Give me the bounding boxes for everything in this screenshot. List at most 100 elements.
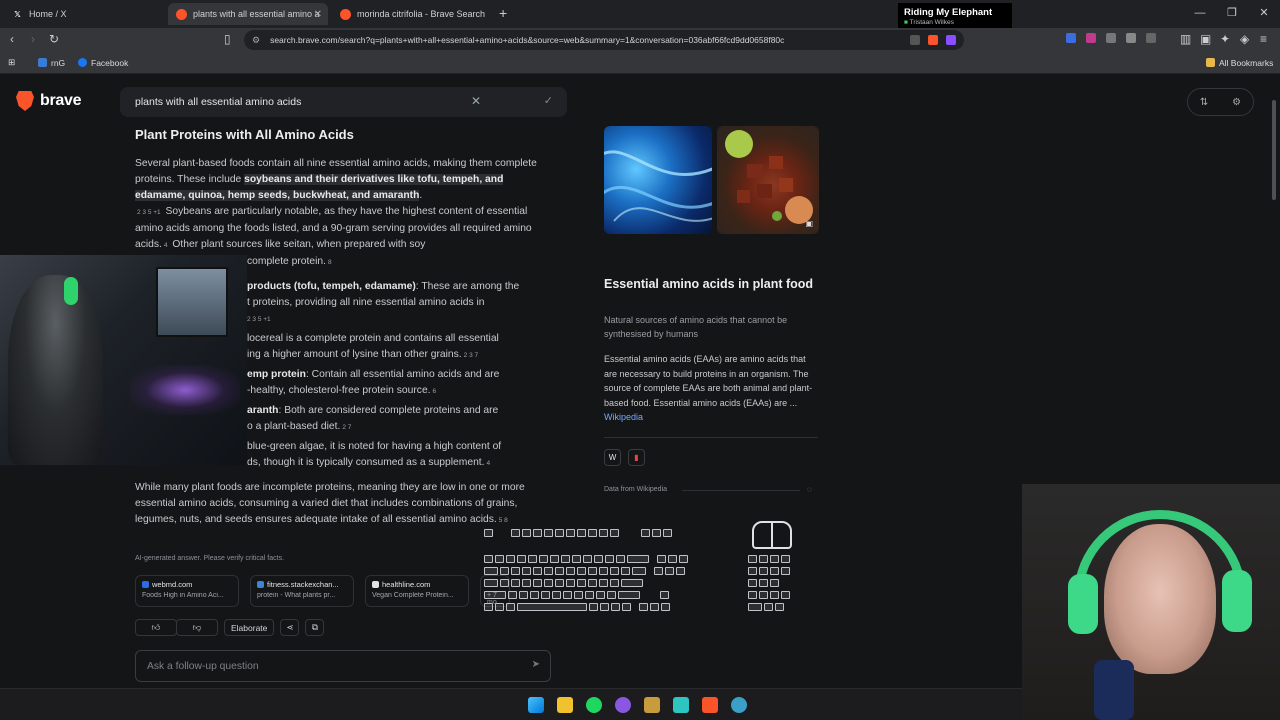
dna-image[interactable] (604, 126, 712, 234)
reload-icon[interactable]: ↻ (49, 32, 59, 46)
citation-links[interactable]: 2 3 5 +1 (137, 209, 161, 216)
filter-icon[interactable]: ⇅ (1200, 97, 1208, 108)
globe-icon[interactable] (731, 697, 747, 713)
wikipedia-link[interactable]: Wikipedia (604, 412, 643, 422)
bookmark-icon[interactable]: ▯ (224, 32, 231, 46)
menu-icon[interactable]: ≡ (1260, 32, 1267, 46)
list-item-text: blue-green algae, it is noted for having… (247, 441, 502, 452)
brave-browser-icon[interactable] (702, 697, 718, 713)
citation-link[interactable]: 4 (164, 242, 168, 249)
headphone-cup-graphic (1068, 574, 1098, 634)
bookmark-rng[interactable]: rnG (38, 58, 65, 68)
share-icon[interactable]: ⋖ (280, 619, 300, 636)
list-item-text: ing a higher amount of lysine than other… (247, 349, 462, 360)
source-card[interactable]: fitness.stackexchan... protein - What pl… (250, 575, 354, 607)
settings-gear-icon[interactable]: ⚙ (1232, 97, 1241, 108)
brave-rewards-icon[interactable] (946, 35, 956, 45)
keyboard-row (484, 529, 672, 537)
list-item: locereal is a complete protein and conta… (247, 331, 551, 364)
citation-links[interactable]: 2 7 (342, 424, 351, 431)
source-title: Foods High in Amino Aci... (142, 592, 224, 599)
citation-links[interactable]: 5 8 (499, 517, 508, 524)
close-tab-icon[interactable]: ✕ (314, 9, 322, 20)
citation-link[interactable]: 8 (328, 259, 332, 266)
share-icon[interactable] (910, 35, 920, 45)
keypad (748, 579, 779, 587)
thumbs-down-icon[interactable]: 👎︎ (176, 619, 218, 636)
puzzle-icon[interactable] (1126, 33, 1136, 43)
media-icon[interactable] (1146, 33, 1156, 43)
follow-up-input[interactable]: Ask a follow-up question ➤ (135, 650, 551, 682)
forward-icon[interactable]: › (31, 32, 35, 46)
dna-helix-graphic (604, 150, 712, 222)
knowledge-description: Essential amino acids (EAAs) are amino a… (604, 352, 818, 425)
spotify-icon[interactable] (586, 697, 602, 713)
x-logo-icon: 𝕏 (14, 9, 21, 19)
tab-home-x[interactable]: 𝕏 Home / X (4, 3, 166, 25)
thumbs-up-icon[interactable]: 👍︎ (135, 619, 177, 636)
list-item-text: : Contain all essential amino acids and … (305, 369, 500, 380)
bookmark-favicon (38, 58, 47, 67)
game-launcher-icon[interactable] (644, 697, 660, 713)
streamer-face-graphic (1104, 524, 1216, 674)
tab-title: Home / X (29, 9, 67, 19)
source-favicon (142, 581, 149, 588)
brave-logo[interactable]: brave (16, 91, 82, 111)
source-card[interactable]: healthline.com Vegan Complete Protein... (365, 575, 469, 607)
app-icon[interactable] (673, 697, 689, 713)
keyboard-row (484, 579, 643, 587)
citation-links[interactable]: 2 3 5 +1 (247, 316, 271, 323)
source-domain: webmd.com (152, 580, 193, 589)
list-item-text: -healthy, cholesterol-free protein sourc… (247, 385, 431, 396)
ai-disclaimer: AI-generated answer. Please verify criti… (135, 555, 285, 562)
tab-morinda[interactable]: morinda citrifolia - Brave Search (332, 3, 492, 25)
all-bookmarks-label: All Bookmarks (1219, 57, 1274, 68)
all-bookmarks[interactable]: All Bookmarks (1206, 58, 1273, 68)
leo-icon[interactable]: ✦ (1220, 32, 1230, 46)
list-item-label: products (tofu, tempeh, edamame) (247, 281, 416, 292)
source-card[interactable]: webmd.com Foods High in Amino Aci... (135, 575, 239, 607)
site-info-icon[interactable]: ⚙ (252, 35, 260, 46)
list-item: aranth: Both are considered complete pro… (247, 403, 551, 436)
tempeh-food-image[interactable]: ▣ (717, 126, 819, 234)
vpn-icon[interactable]: ◈ (1240, 32, 1249, 46)
info-icon[interactable]: ◌ (807, 485, 812, 494)
external-source-icon[interactable]: ▮ (628, 449, 645, 466)
extension-icon[interactable] (1086, 33, 1096, 43)
tab-current-search[interactable]: plants with all essential amino a ✕ (168, 3, 328, 25)
clear-icon[interactable]: ✕ (471, 94, 481, 108)
wikipedia-icon[interactable]: W (604, 449, 621, 466)
list-item: blue-green algae, it is noted for having… (247, 439, 551, 472)
knowledge-links: W ▮ (604, 449, 645, 466)
address-bar[interactable]: ⚙ search.brave.com/search?q=plants+with+… (244, 30, 964, 50)
source-cards: webmd.com Foods High in Amino Aci... fit… (135, 575, 510, 607)
elaborate-button[interactable]: Elaborate (224, 619, 275, 636)
scrollbar-thumb[interactable] (1272, 100, 1276, 200)
citation-links[interactable]: 2 3 7 (464, 352, 478, 359)
citation-link[interactable]: 6 (433, 388, 437, 395)
extension-icon[interactable] (1106, 33, 1116, 43)
apps-icon[interactable]: ⊞ (8, 57, 15, 68)
send-icon[interactable]: ➤ (532, 659, 540, 670)
close-window-icon[interactable]: ✕ (1248, 0, 1280, 28)
food-graphic (725, 130, 813, 224)
keypad (748, 603, 784, 611)
back-icon[interactable]: ‹ (10, 32, 14, 46)
extension-icon[interactable] (1066, 33, 1076, 43)
file-explorer-icon[interactable] (557, 697, 573, 713)
discord-icon[interactable] (615, 697, 631, 713)
minimize-icon[interactable]: — (1184, 0, 1216, 28)
list-item-text: o a plant-based diet. (247, 421, 341, 432)
new-tab-button[interactable]: + (499, 5, 507, 21)
search-input[interactable]: plants with all essential amino acids ✕ … (120, 87, 567, 117)
sidebar-icon[interactable]: ▥ (1180, 32, 1191, 46)
brave-shields-icon[interactable] (928, 35, 938, 45)
copy-icon[interactable]: ⧉ (305, 619, 325, 636)
window-controls: — ❐ ✕ (1184, 0, 1280, 28)
submit-icon[interactable]: ✓ (544, 94, 553, 107)
citation-link[interactable]: 4 (487, 460, 491, 467)
windows-start-icon[interactable] (528, 697, 544, 713)
restore-icon[interactable]: ❐ (1216, 0, 1248, 28)
bookmark-facebook[interactable]: Facebook (78, 58, 128, 68)
wallet-icon[interactable]: ▣ (1200, 32, 1211, 46)
